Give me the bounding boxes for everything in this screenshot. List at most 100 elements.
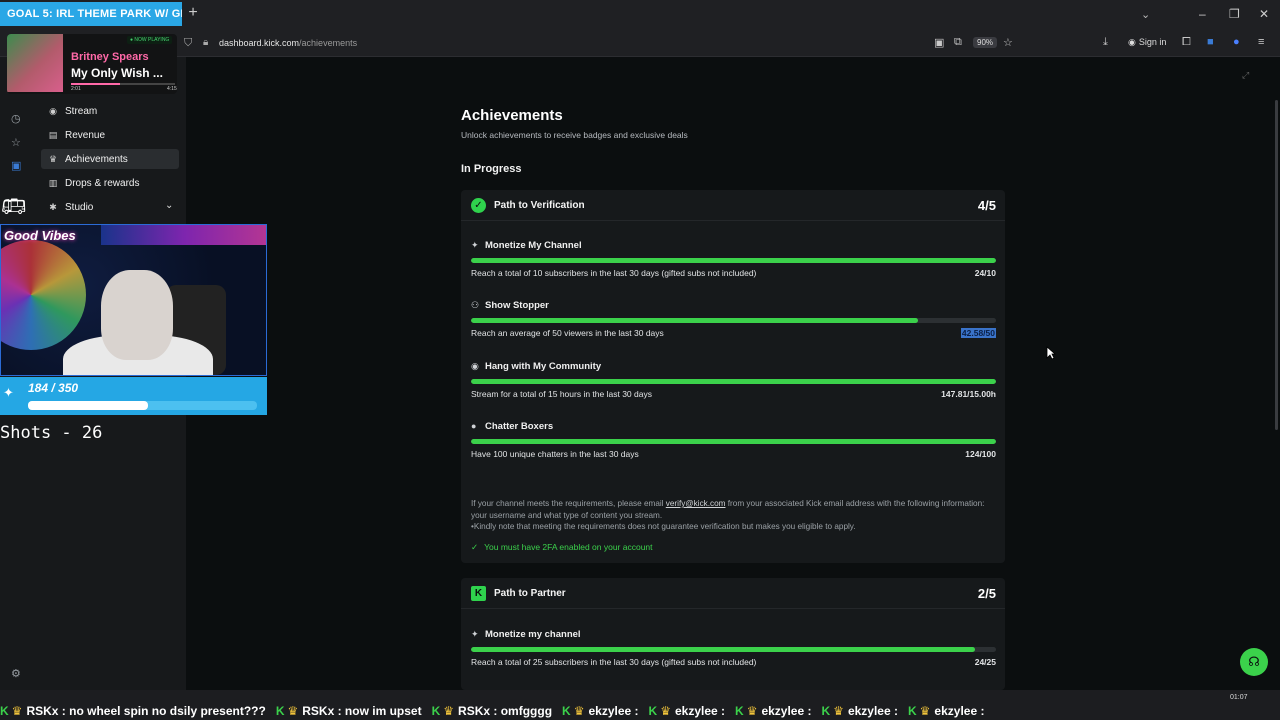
chat-message: K ♛ ekzylee :: [735, 704, 811, 718]
requirement-value: 124/100: [965, 449, 996, 459]
help-chat-icon[interactable]: ☊: [1240, 648, 1268, 676]
history-icon[interactable]: ◷: [11, 112, 21, 125]
crown-icon: ♛: [919, 704, 931, 718]
check-icon: ✓: [471, 542, 479, 552]
chat-bubble-icon: ●: [471, 421, 477, 431]
chevron-down-icon[interactable]: ⌄: [1141, 8, 1150, 21]
requirement-chatter-boxers: ● Chatter Boxers Have 100 unique chatter…: [471, 421, 996, 477]
kick-logo-icon: K: [562, 704, 571, 718]
zoom-level[interactable]: 90%: [973, 37, 998, 48]
restore-icon[interactable]: ❐: [1229, 7, 1240, 21]
drops-icon: ▥: [48, 177, 58, 188]
kick-logo-icon: K: [0, 704, 9, 718]
sidebar-item-achievements[interactable]: ♛ Achievements: [41, 149, 179, 169]
requirement-desc: Stream for a total of 15 hours in the la…: [471, 389, 652, 399]
section-title: In Progress: [461, 163, 522, 175]
now-playing-progress: [71, 83, 175, 85]
bookmark-star-icon[interactable]: ☆: [1003, 36, 1013, 49]
requirement-monetize: ✦ Monetize My Channel Reach a total of 1…: [471, 240, 996, 296]
sidebar-item-label: Achievements: [65, 153, 128, 165]
now-playing-title: My Only Wish ...: [71, 66, 163, 80]
requirement-title: Chatter Boxers: [485, 421, 554, 432]
sidebar-item-label: Revenue: [65, 129, 106, 141]
sidebar-item-revenue[interactable]: ▤ Revenue: [41, 125, 179, 145]
extension-shield-icon[interactable]: ■: [1207, 36, 1214, 48]
url-host: dashboard.kick.com: [219, 38, 300, 48]
album-art: [7, 34, 63, 92]
download-icon[interactable]: ⤓: [1103, 36, 1108, 49]
sidebar-item-label: Drops & rewards: [65, 177, 140, 189]
chat-username: RSKx: [26, 704, 59, 718]
account-icon: ◉: [1128, 37, 1136, 47]
kick-logo-icon: K: [431, 704, 441, 718]
chat-text: :: [890, 704, 898, 718]
requirement-title: Show Stopper: [485, 300, 549, 311]
requirement-progress-fill: [471, 439, 996, 444]
requirement-desc: Reach a total of 25 subscribers in the l…: [471, 657, 757, 667]
sparkle-icon: ✦: [471, 629, 479, 639]
verify-email-link[interactable]: verify@kick.com: [666, 499, 726, 508]
kick-logo-icon: K: [735, 704, 744, 718]
chat-message: K ♛ RSKx : now im upset: [276, 704, 422, 718]
requirement-desc: Have 100 unique chatters in the last 30 …: [471, 449, 639, 459]
requirement-value[interactable]: 42.58/50: [960, 328, 996, 338]
bookmark-icon[interactable]: ▣: [11, 159, 21, 172]
expand-icon[interactable]: ⤢: [1242, 70, 1249, 81]
tab-active[interactable]: GOAL 5: IRL THEME PARK W/ GEM: [0, 2, 182, 26]
requirement-hang-community: ◉ Hang with My Community Stream for a to…: [471, 361, 996, 417]
sidebar-item-label: Studio: [65, 201, 94, 213]
revenue-icon: ▤: [48, 129, 58, 140]
chat-username: ekzylee: [847, 704, 891, 718]
requirement-progress: [471, 439, 996, 444]
new-tab-button[interactable]: +: [186, 5, 200, 21]
screenshot-icon[interactable]: ⧉: [954, 36, 962, 49]
chat-text: :: [977, 704, 985, 718]
verification-card: ✓ Path to Verification 4/5 ✦ Monetize My…: [461, 190, 1005, 563]
crown-icon: ♛: [573, 704, 585, 718]
sub-goal-bar: ✦ 184 / 350: [0, 377, 267, 415]
twofa-requirement: ✓ You must have 2FA enabled on your accou…: [471, 542, 653, 553]
sign-in-button[interactable]: ◉ Sign in: [1128, 37, 1166, 48]
kick-logo-icon: K: [471, 586, 486, 601]
chat-message: K ♛ ekzylee :: [649, 704, 725, 718]
card-header: K Path to Partner 2/5: [461, 578, 1005, 609]
page-title: Achievements: [461, 107, 563, 124]
settings-gear-icon[interactable]: ⚙: [11, 667, 21, 680]
card-count: 4/5: [977, 198, 996, 213]
goal-progress-fill: [28, 401, 149, 410]
menu-icon[interactable]: ≡: [1258, 36, 1264, 48]
star-icon[interactable]: ☆: [11, 136, 21, 149]
crown-icon: ♛: [287, 704, 299, 718]
chat-message: K ♛ RSKx : omfgggg: [432, 704, 552, 718]
url-path: /achievements: [299, 38, 358, 48]
viewers-icon: ⚇: [471, 300, 480, 310]
extension-circle-icon[interactable]: ●: [1233, 36, 1240, 48]
shield-icon[interactable]: ⛉: [184, 37, 192, 50]
lock-icon[interactable]: 🔒︎: [203, 37, 208, 48]
reader-icon[interactable]: ▣: [934, 36, 944, 49]
chat-username: RSKx: [302, 704, 335, 718]
sidebar-item-stream[interactable]: ◉ Stream: [41, 101, 179, 121]
requirement-progress: [471, 258, 996, 263]
crown-icon: ♛: [11, 704, 23, 718]
close-icon[interactable]: ✕: [1259, 7, 1269, 21]
address-bar[interactable]: dashboard.kick.com/achievements: [219, 38, 357, 48]
requirement-value: 24/25: [974, 657, 996, 667]
page-scrollbar[interactable]: [1275, 100, 1278, 430]
minimize-icon[interactable]: –: [1199, 7, 1206, 21]
sidebar-item-studio[interactable]: ✱ Studio: [41, 197, 179, 217]
card-title: Path to Verification: [494, 200, 585, 211]
requirement-desc: Reach a total of 10 subscribers in the l…: [471, 268, 757, 278]
extensions-icon[interactable]: ⧠: [1182, 36, 1191, 49]
webcam-overlay: Good Vibes: [0, 224, 267, 376]
card-header: ✓ Path to Verification 4/5: [461, 190, 1005, 221]
sparkle-icon: ✦: [471, 240, 479, 250]
now-playing-progress-fill: [71, 83, 120, 85]
chat-message: K ♛ RSKx : no wheel spin no dsily present?…: [0, 704, 266, 718]
chat-message: K ♛ ekzylee :: [822, 704, 898, 718]
chat-text: :: [631, 704, 639, 718]
sidebar-item-drops[interactable]: ▥ Drops & rewards: [41, 173, 179, 193]
now-playing-badge: ● NOW PLAYING: [127, 36, 173, 44]
chevron-down-icon[interactable]: ⌄: [165, 200, 173, 211]
card-title: Path to Partner: [494, 588, 566, 599]
